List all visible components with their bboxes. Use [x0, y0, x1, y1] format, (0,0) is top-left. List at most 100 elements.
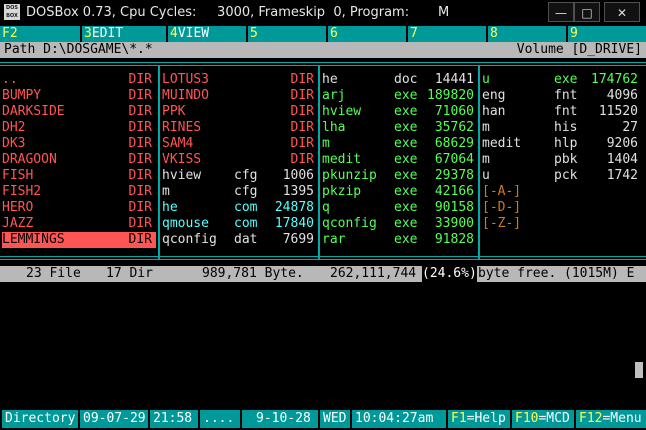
file-entry[interactable]: hview exe 71060 — [322, 104, 476, 120]
panel-bottom-border-inner — [0, 259, 646, 260]
file-size: 67064 — [434, 152, 474, 167]
fkey-6[interactable]: 6 — [328, 26, 406, 42]
title-bar[interactable]: DOS BOX DOSBox 0.73, Cpu Cycles: 3000, Fr… — [0, 0, 646, 26]
file-entry[interactable]: [-D-] — [482, 200, 644, 216]
file-name: LEMMINGS — [2, 232, 65, 247]
file-entry[interactable]: VKISS DIR — [162, 152, 316, 168]
file-entry[interactable]: MUINDO DIR — [162, 88, 316, 104]
file-entry[interactable]: FISH2 DIR — [2, 184, 156, 200]
file-entry[interactable]: PPK DIR — [162, 104, 316, 120]
file-extension: hlp — [554, 136, 578, 151]
file-entry[interactable]: he doc 14441 — [322, 72, 476, 88]
file-name: arj — [322, 88, 346, 103]
file-entry[interactable]: LEMMINGS DIR — [2, 232, 156, 248]
file-size: 33900 — [434, 216, 474, 231]
file-entry[interactable]: SAM4 DIR — [162, 136, 316, 152]
fkey-8[interactable]: 8 — [488, 26, 566, 42]
file-name: LOTUS3 — [162, 72, 209, 87]
file-name: DH2 — [2, 120, 26, 135]
file-size: 42166 — [434, 184, 474, 199]
directory-button[interactable]: Directory — [2, 410, 78, 428]
file-entry[interactable]: he com 24878 — [162, 200, 316, 216]
maximize-button[interactable]: □ — [574, 2, 600, 22]
file-entry[interactable]: [-Z-] — [482, 216, 644, 232]
fkey-9[interactable]: 9 — [568, 26, 646, 42]
panel-bottom-border — [0, 256, 646, 257]
file-entry[interactable]: han fnt 11520 — [482, 104, 644, 120]
fkey-7[interactable]: 7 — [408, 26, 486, 42]
file-extension: his — [554, 120, 578, 135]
text-cursor — [635, 362, 643, 378]
dir-count: 17 Dir — [106, 266, 153, 281]
fkey-view[interactable]: 4VIEW — [168, 26, 246, 42]
maximize-icon: □ — [581, 6, 593, 20]
file-name: JAZZ — [2, 216, 34, 231]
dosbox-app-icon[interactable]: DOS BOX — [4, 4, 20, 20]
close-button[interactable]: ✕ — [604, 2, 640, 22]
file-entry[interactable]: arj exe 189820 — [322, 88, 476, 104]
free-percent: (24.6%) — [422, 266, 477, 282]
file-column-3: he doc 14441 arj exe 189820 hview exe 71060 lha ex… — [322, 72, 476, 248]
file-entry[interactable]: DH2 DIR — [2, 120, 156, 136]
file-name: DK3 — [2, 136, 26, 151]
file-name: SAM4 — [162, 136, 194, 151]
f1-help-button[interactable]: F1=Help — [448, 410, 510, 428]
file-entry[interactable]: m his 27 — [482, 120, 644, 136]
file-name: pkunzip — [322, 168, 377, 183]
file-entry[interactable]: JAZZ DIR — [2, 216, 156, 232]
file-entry[interactable]: u pck 1742 — [482, 168, 644, 184]
file-entry[interactable]: medit exe 67064 — [322, 152, 476, 168]
file-size: DIR — [290, 120, 314, 135]
f10-mcd-button[interactable]: F10=MCD — [512, 410, 574, 428]
file-entry[interactable]: qconfig dat 7699 — [162, 232, 316, 248]
file-size: 1395 — [282, 184, 314, 199]
file-entry[interactable]: q exe 90158 — [322, 200, 476, 216]
file-entry[interactable]: .. DIR — [2, 72, 156, 88]
file-entry[interactable]: HERO DIR — [2, 200, 156, 216]
file-extension: exe — [394, 216, 418, 231]
file-size: 27 — [622, 120, 638, 135]
file-entry[interactable]: m exe 68629 — [322, 136, 476, 152]
file-entry[interactable]: rar exe 91828 — [322, 232, 476, 248]
file-size: DIR — [290, 104, 314, 119]
current-path: Path D:\DOSGAME\*.* — [4, 42, 153, 57]
file-column-4: u exe 174762 eng fnt 4096 han fnt 11520 m his 27 med… — [482, 72, 644, 232]
file-entry[interactable]: m cfg 1395 — [162, 184, 316, 200]
file-entry[interactable]: medit hlp 9206 — [482, 136, 644, 152]
fkey-edit[interactable]: 3EDIT — [82, 26, 166, 42]
file-entry[interactable]: m pbk 1404 — [482, 152, 644, 168]
file-name: [-D-] — [482, 200, 522, 215]
file-name: eng — [482, 88, 506, 103]
file-name: BUMPY — [2, 88, 42, 103]
minimize-button[interactable]: — — [548, 2, 574, 22]
file-entry[interactable]: LOTUS3 DIR — [162, 72, 316, 88]
file-entry[interactable]: pkzip exe 42166 — [322, 184, 476, 200]
file-entry[interactable]: DARKSIDE DIR — [2, 104, 156, 120]
panel-top-border — [0, 62, 646, 63]
file-extension: com — [234, 200, 258, 215]
file-name: m — [322, 136, 330, 151]
file-size: 1404 — [606, 152, 638, 167]
file-extension: exe — [554, 72, 578, 87]
f12-menu-button[interactable]: F12=Menu — [576, 410, 646, 428]
file-entry[interactable]: DRAGOON DIR — [2, 152, 156, 168]
file-entry[interactable]: BUMPY DIR — [2, 88, 156, 104]
file-entry[interactable]: FISH DIR — [2, 168, 156, 184]
file-entry[interactable]: pkunzip exe 29378 — [322, 168, 476, 184]
file-entry[interactable]: u exe 174762 — [482, 72, 644, 88]
file-entry[interactable]: hview cfg 1006 — [162, 168, 316, 184]
file-size: 189820 — [427, 88, 474, 103]
fkey-5[interactable]: 5 — [248, 26, 326, 42]
file-entry[interactable]: qmouse com 17840 — [162, 216, 316, 232]
file-type: DIR — [128, 104, 152, 119]
file-name: hview — [162, 168, 202, 183]
fkey-f2[interactable]: F2 — [0, 26, 80, 42]
file-entry[interactable]: qconfig exe 33900 — [322, 216, 476, 232]
file-entry[interactable]: eng fnt 4096 — [482, 88, 644, 104]
file-entry[interactable]: lha exe 35762 — [322, 120, 476, 136]
console-output-area[interactable] — [0, 282, 646, 408]
file-entry[interactable]: DK3 DIR — [2, 136, 156, 152]
status-line: 23 File 17 Dir 989,781 Byte. 262,111,744… — [0, 266, 646, 282]
file-entry[interactable]: [-A-] — [482, 184, 644, 200]
file-entry[interactable]: RINES DIR — [162, 120, 316, 136]
